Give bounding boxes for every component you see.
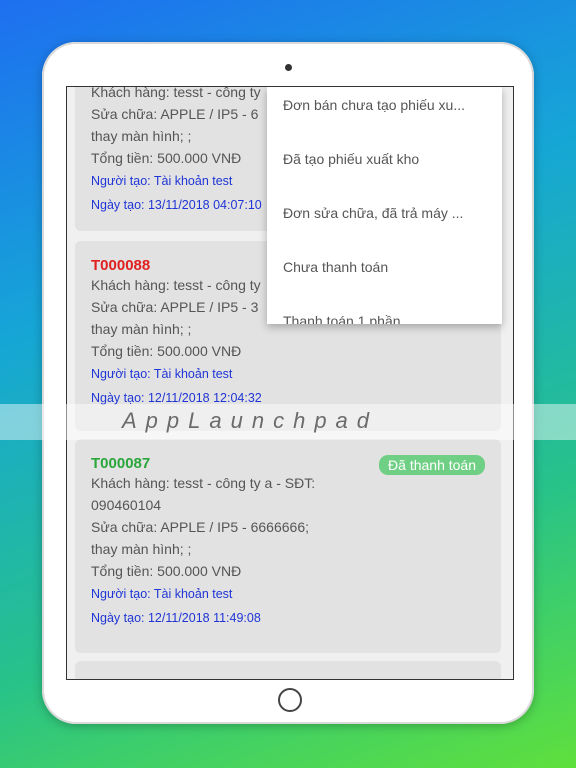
creator-text: Người tạo: Tài khoản test xyxy=(91,587,233,601)
repair-detail-text: thay màn hình; ; xyxy=(91,541,192,557)
menu-item-unpaid[interactable]: Chưa thanh toán xyxy=(283,259,488,275)
app-screen: Khách hàng: tesst - công ty Sửa chữa: AP… xyxy=(66,86,514,680)
menu-item-repair-returned[interactable]: Đơn sửa chữa, đã trả máy ... xyxy=(283,205,488,221)
paid-status-badge: Đã thanh toán xyxy=(379,455,485,475)
home-button[interactable] xyxy=(278,688,302,712)
camera xyxy=(285,64,292,71)
customer-text: Khách hàng: tesst - công ty a - SĐT: xyxy=(91,475,316,491)
watermark-text: AppLaunchpad xyxy=(122,408,379,433)
repair-text: Sửa chữa: APPLE / IP5 - 6666666; xyxy=(91,519,309,535)
creator-text: Người tạo: Tài khoản test xyxy=(91,367,233,381)
total-text: Tổng tiền: 500.000 VNĐ xyxy=(91,343,242,359)
total-text: Tổng tiền: 500.000 VNĐ xyxy=(91,563,242,579)
filter-dropdown-menu: Đơn bán chưa tạo phiếu xu... Đã tạo phiế… xyxy=(267,87,502,324)
order-card[interactable]: T000087 Đã thanh toán Khách hàng: tesst … xyxy=(75,439,501,653)
watermark-banner: AppLaunchpad xyxy=(0,404,576,440)
order-card[interactable] xyxy=(75,661,501,679)
customer-phone-text: 090460104 xyxy=(91,497,162,513)
menu-item-exported[interactable]: Đã tạo phiếu xuất kho xyxy=(283,151,488,167)
menu-item-partial-paid[interactable]: Thanh toán 1 phần xyxy=(283,313,488,324)
tablet-frame: Khách hàng: tesst - công ty Sửa chữa: AP… xyxy=(42,42,534,724)
date-text: Ngày tạo: 12/11/2018 11:49:08 xyxy=(91,611,261,625)
menu-item-unexported-sales[interactable]: Đơn bán chưa tạo phiếu xu... xyxy=(283,97,488,113)
